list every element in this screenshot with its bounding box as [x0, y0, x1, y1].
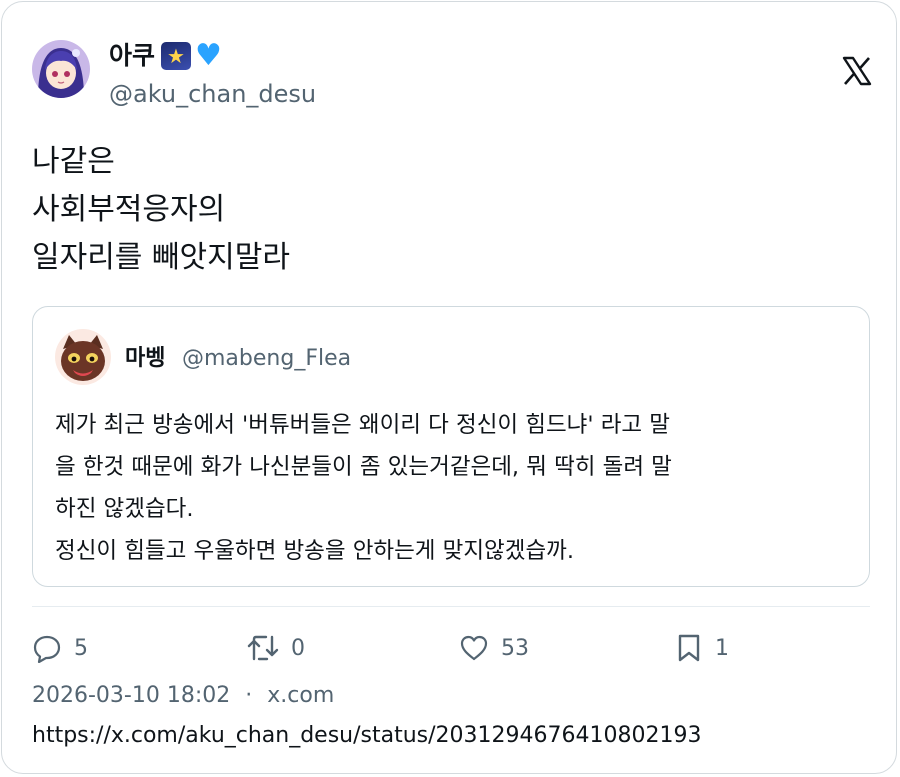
bookmark-button[interactable]: 1 — [675, 632, 729, 664]
quote-author-avatar[interactable] — [55, 329, 111, 385]
author-name-row[interactable]: 아쿠 ★ ♥ — [109, 40, 222, 72]
tweet-text-line: 사회부적응자의 — [32, 192, 226, 227]
like-button[interactable]: 53 — [459, 632, 529, 664]
quoted-tweet[interactable]: 마벵 @mabeng_Flea 제가 최근 방송에서 '버튜버들은 왜이리 다 … — [32, 306, 870, 587]
author-handle[interactable]: @aku_chan_desu — [109, 79, 316, 109]
retweet-count: 0 — [291, 635, 305, 661]
bookmark-icon — [675, 633, 703, 663]
tweet-url[interactable]: https://x.com/aku_chan_desu/status/20312… — [32, 721, 702, 751]
blue-heart-emoji-icon: ♥ — [195, 38, 222, 73]
x-logo-icon[interactable] — [842, 56, 872, 86]
meta-separator: · — [245, 683, 253, 708]
tweet-text-line: 나같은 — [32, 144, 115, 179]
quote-author-name[interactable]: 마벵 — [125, 344, 165, 374]
timestamp[interactable]: 2026-03-10 18:02 — [32, 683, 230, 708]
retweet-icon — [247, 633, 279, 663]
tweet-text-line: 일자리를 빼앗지말라 — [32, 240, 290, 275]
divider — [32, 606, 870, 607]
tweet-text: 나같은 사회부적응자의 일자리를 빼앗지말라 — [32, 138, 290, 282]
heart-icon — [459, 633, 489, 663]
quote-text-line: 을 한것 때문에 화가 나신분들이 좀 있는거같은데, 뭐 딱히 돌려 말 — [55, 454, 672, 480]
quote-text-line: 제가 최근 방송에서 '버튜버들은 왜이리 다 정신이 힘드냐' 라고 말 — [55, 412, 670, 438]
retweet-button[interactable]: 0 — [247, 632, 305, 664]
star-night-emoji-icon: ★ — [161, 42, 192, 70]
source[interactable]: x.com — [267, 683, 334, 708]
quote-text-line: 하진 않겠습다. — [55, 496, 194, 522]
reply-icon — [32, 633, 62, 663]
like-count: 53 — [501, 635, 529, 661]
author-name[interactable]: 아쿠 — [109, 40, 155, 72]
tweet-meta: 2026-03-10 18:02 · x.com — [32, 681, 334, 711]
bookmark-count: 1 — [715, 635, 729, 661]
author-avatar[interactable] — [32, 40, 90, 98]
reply-count: 5 — [74, 635, 88, 661]
quote-text-line: 정신이 힘들고 우울하면 방송을 안하는게 맞지않겠습까. — [55, 538, 575, 564]
quote-author-handle[interactable]: @mabeng_Flea — [182, 344, 351, 374]
tweet-card: 아쿠 ★ ♥ @aku_chan_desu 나같은 사회부적응자의 일자리를 빼… — [1, 1, 897, 774]
quote-text: 제가 최근 방송에서 '버튜버들은 왜이리 다 정신이 힘드냐' 라고 말 을 … — [55, 404, 855, 572]
reply-button[interactable]: 5 — [32, 632, 88, 664]
